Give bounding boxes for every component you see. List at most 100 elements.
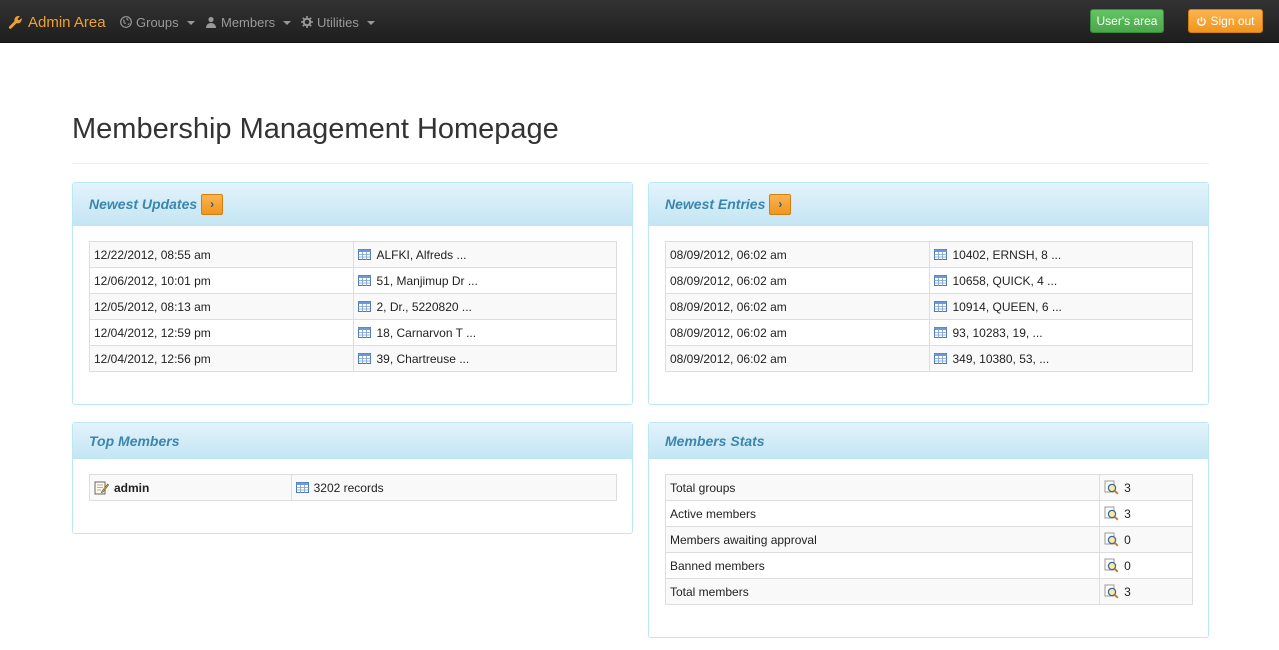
table-row[interactable]: Members awaiting approval 0 bbox=[664, 526, 1193, 553]
entry-record-cell[interactable]: 349, 10380, 53, ... bbox=[929, 345, 1193, 372]
member-records: 3202 records bbox=[313, 480, 384, 495]
entry-record-cell[interactable]: 93, 10283, 19, ... bbox=[929, 319, 1193, 346]
newest-entries-more-button[interactable]: › bbox=[769, 193, 792, 215]
table-icon bbox=[358, 327, 372, 338]
newest-updates-panel: Newest Updates › 12/22/2012, 08:55 am AL… bbox=[72, 182, 633, 405]
table-icon bbox=[934, 275, 948, 286]
table-row[interactable]: admin 3202 records bbox=[89, 474, 618, 501]
table-row[interactable]: Banned members 0 bbox=[664, 552, 1193, 579]
nav-menu-utilities[interactable]: Utilities bbox=[301, 13, 375, 31]
wrench-icon bbox=[8, 15, 22, 29]
magnifier-icon bbox=[1104, 532, 1119, 547]
user-icon bbox=[206, 16, 216, 28]
table-row[interactable]: 08/09/2012, 06:02 am 10402, ERNSH, 8 ... bbox=[664, 241, 1193, 268]
page-title: Membership Management Homepage bbox=[72, 113, 559, 145]
top-navbar: Admin Area Groups Members Utilities User… bbox=[0, 0, 1279, 43]
title-divider bbox=[72, 163, 1209, 164]
brand-label: Admin Area bbox=[28, 13, 106, 31]
update-date: 12/04/2012, 12:59 pm bbox=[88, 319, 355, 346]
stat-value-cell[interactable]: 0 bbox=[1099, 526, 1193, 553]
newest-entries-table: 08/09/2012, 06:02 am 10402, ERNSH, 8 ...… bbox=[664, 241, 1193, 372]
stat-value: 3 bbox=[1124, 584, 1131, 599]
newest-updates-more-button[interactable]: › bbox=[201, 193, 224, 215]
update-record-cell[interactable]: 51, Manjimup Dr ... bbox=[353, 267, 617, 294]
newest-entries-header: Newest Entries › bbox=[649, 183, 1208, 226]
table-row[interactable]: 08/09/2012, 06:02 am 10658, QUICK, 4 ... bbox=[664, 267, 1193, 294]
newest-updates-table: 12/22/2012, 08:55 am ALFKI, Alfreds ... … bbox=[88, 241, 617, 372]
update-record-cell[interactable]: ALFKI, Alfreds ... bbox=[353, 241, 617, 268]
table-icon bbox=[934, 327, 948, 338]
table-row[interactable]: 08/09/2012, 06:02 am 10914, QUEEN, 6 ... bbox=[664, 293, 1193, 320]
table-row[interactable]: Total groups 3 bbox=[664, 474, 1193, 501]
entry-date: 08/09/2012, 06:02 am bbox=[664, 241, 931, 268]
stat-label: Total members bbox=[664, 578, 1101, 605]
members-stats-table: Total groups 3 Active members 3 Members … bbox=[664, 474, 1193, 605]
nav-menu-utilities-label: Utilities bbox=[317, 14, 359, 30]
nav-menu-members-label: Members bbox=[221, 14, 276, 30]
entry-record-cell[interactable]: 10658, QUICK, 4 ... bbox=[929, 267, 1193, 294]
chevron-down-icon bbox=[283, 21, 292, 25]
stat-value-cell[interactable]: 3 bbox=[1099, 578, 1193, 605]
update-date: 12/22/2012, 08:55 am bbox=[88, 241, 355, 268]
chevron-down-icon bbox=[366, 21, 375, 25]
stat-value-cell[interactable]: 0 bbox=[1099, 552, 1193, 579]
magnifier-icon bbox=[1104, 506, 1119, 521]
stat-value: 3 bbox=[1124, 506, 1131, 521]
table-row[interactable]: 12/22/2012, 08:55 am ALFKI, Alfreds ... bbox=[88, 241, 617, 268]
table-row[interactable]: 08/09/2012, 06:02 am 93, 10283, 19, ... bbox=[664, 319, 1193, 346]
stat-value: 0 bbox=[1124, 558, 1131, 573]
update-record-cell[interactable]: 2, Dr., 5220820 ... bbox=[353, 293, 617, 320]
table-row[interactable]: Active members 3 bbox=[664, 500, 1193, 527]
update-date: 12/06/2012, 10:01 pm bbox=[88, 267, 355, 294]
globe-icon bbox=[120, 16, 132, 28]
entry-record-cell[interactable]: 10402, ERNSH, 8 ... bbox=[929, 241, 1193, 268]
entry-date: 08/09/2012, 06:02 am bbox=[664, 267, 931, 294]
member-records-cell[interactable]: 3202 records bbox=[290, 474, 618, 501]
member-name: admin bbox=[114, 480, 150, 495]
table-icon bbox=[934, 353, 948, 364]
entry-date: 08/09/2012, 06:02 am bbox=[664, 345, 931, 372]
brand-link[interactable]: Admin Area bbox=[8, 12, 106, 32]
update-record-cell[interactable]: 39, Chartreuse ... bbox=[353, 345, 617, 372]
nav-menu-groups[interactable]: Groups bbox=[120, 13, 195, 31]
members-stats-title: Members Stats bbox=[665, 432, 765, 449]
table-icon bbox=[358, 249, 372, 260]
magnifier-icon bbox=[1104, 480, 1119, 495]
stat-label: Total groups bbox=[664, 474, 1101, 501]
newest-entries-panel: Newest Entries › 08/09/2012, 06:02 am 10… bbox=[648, 182, 1209, 405]
magnifier-icon bbox=[1104, 584, 1119, 599]
table-row[interactable]: 08/09/2012, 06:02 am 349, 10380, 53, ... bbox=[664, 345, 1193, 372]
table-row[interactable]: 12/06/2012, 10:01 pm 51, Manjimup Dr ... bbox=[88, 267, 617, 294]
magnifier-icon bbox=[1104, 558, 1119, 573]
top-members-header: Top Members bbox=[73, 423, 632, 459]
entry-record: 349, 10380, 53, ... bbox=[952, 351, 1050, 366]
entry-record-cell[interactable]: 10914, QUEEN, 6 ... bbox=[929, 293, 1193, 320]
newest-updates-title: Newest Updates bbox=[89, 196, 198, 212]
table-row[interactable]: 12/05/2012, 08:13 am 2, Dr., 5220820 ... bbox=[88, 293, 617, 320]
update-date: 12/04/2012, 12:56 pm bbox=[88, 345, 355, 372]
sign-out-label: Sign out bbox=[1210, 14, 1255, 28]
table-row[interactable]: Total members 3 bbox=[664, 578, 1193, 605]
stat-label: Members awaiting approval bbox=[664, 526, 1101, 553]
update-record: ALFKI, Alfreds ... bbox=[376, 247, 467, 262]
member-cell[interactable]: admin bbox=[89, 474, 292, 501]
table-row[interactable]: 12/04/2012, 12:59 pm 18, Carnarvon T ... bbox=[88, 319, 617, 346]
sign-out-button[interactable]: Sign out bbox=[1188, 9, 1263, 33]
stat-value-cell[interactable]: 3 bbox=[1099, 500, 1193, 527]
update-record-cell[interactable]: 18, Carnarvon T ... bbox=[353, 319, 617, 346]
stat-label: Active members bbox=[664, 500, 1101, 527]
table-icon bbox=[934, 249, 948, 260]
power-icon bbox=[1197, 16, 1207, 26]
users-area-button[interactable]: User's area bbox=[1090, 9, 1164, 33]
stat-value-cell[interactable]: 3 bbox=[1099, 474, 1193, 501]
table-row[interactable]: 12/04/2012, 12:56 pm 39, Chartreuse ... bbox=[88, 345, 617, 372]
members-stats-panel: Members Stats Total groups 3 Active memb… bbox=[648, 422, 1209, 638]
stat-value: 0 bbox=[1124, 532, 1131, 547]
top-members-table: admin 3202 records bbox=[89, 474, 618, 501]
stat-label: Banned members bbox=[664, 552, 1101, 579]
entry-record: 10402, ERNSH, 8 ... bbox=[952, 247, 1062, 262]
nav-menu-members[interactable]: Members bbox=[205, 13, 292, 31]
edit-icon bbox=[94, 481, 109, 495]
entry-date: 08/09/2012, 06:02 am bbox=[664, 319, 931, 346]
table-icon bbox=[295, 482, 309, 493]
